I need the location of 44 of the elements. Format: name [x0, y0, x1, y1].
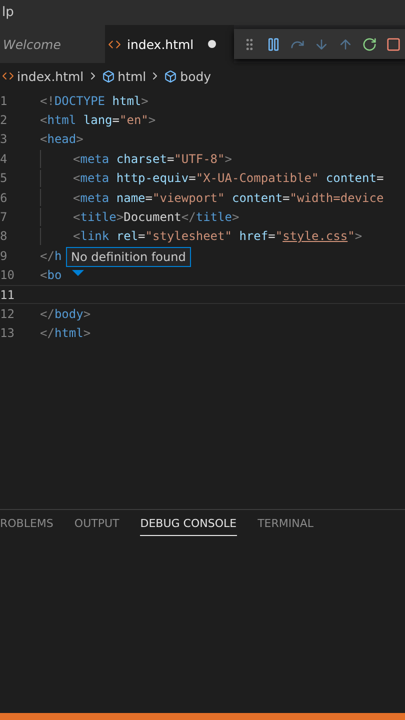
line-number: 6: [0, 190, 8, 205]
panel-tab[interactable]: OUTPUT: [74, 517, 120, 536]
editor-tab[interactable]: index.html: [105, 25, 234, 63]
line-number: 4: [0, 152, 8, 166]
pause-icon[interactable]: [266, 36, 281, 52]
code-line: </body>: [40, 306, 91, 321]
restart-icon[interactable]: [362, 36, 377, 52]
breadcrumb[interactable]: body: [164, 68, 212, 84]
line-number: 7: [0, 210, 8, 224]
breadcrumb[interactable]: index.html: [2, 68, 84, 84]
code-line: <link rel="stylesheet" href="style.css">: [73, 229, 362, 244]
stop-icon[interactable]: [386, 36, 401, 52]
line-number: 13: [0, 326, 16, 340]
line-number: 9: [0, 248, 8, 263]
code-line: <title>Document</title>: [73, 210, 240, 224]
line-number: 8: [0, 229, 8, 244]
breadcrumb[interactable]: html: [102, 68, 146, 84]
cube-icon: [164, 70, 178, 82]
hover-tooltip: No definition found: [66, 247, 191, 267]
line-number: 12: [0, 306, 16, 321]
line-number: 1: [0, 94, 8, 108]
code-line: <meta name="viewport" content="width=device: [73, 190, 384, 205]
code-line: <!DOCTYPE html>: [40, 94, 148, 108]
line-number: 5: [0, 171, 8, 186]
line-number: 3: [0, 132, 8, 146]
line-number: 11: [0, 288, 16, 302]
cube-icon: [102, 70, 115, 82]
line-number: 2: [0, 113, 8, 128]
code-line: </h: [40, 248, 62, 263]
line-number: 10: [0, 268, 16, 282]
editor-tab[interactable]: Welcome: [0, 25, 105, 63]
code-line: <html lang="en">: [40, 113, 156, 128]
code-line: <bo: [40, 268, 62, 282]
panel-tab[interactable]: ROBLEMS: [0, 517, 54, 536]
code-line: <head>: [40, 132, 84, 146]
tooltip-pointer-icon: [72, 270, 84, 276]
html-file-icon: [2, 70, 14, 82]
code-line: </html>: [40, 326, 91, 340]
html-file-icon: [108, 38, 121, 50]
panel-tab[interactable]: DEBUG CONSOLE: [140, 517, 237, 536]
code-line: <meta http-equiv="X-UA-Compatible" content=: [73, 171, 384, 186]
panel-tab[interactable]: TERMINAL: [258, 517, 314, 536]
code-line: <meta charset="UTF-8">: [73, 152, 232, 166]
menu-item[interactable]: lp: [2, 5, 14, 20]
